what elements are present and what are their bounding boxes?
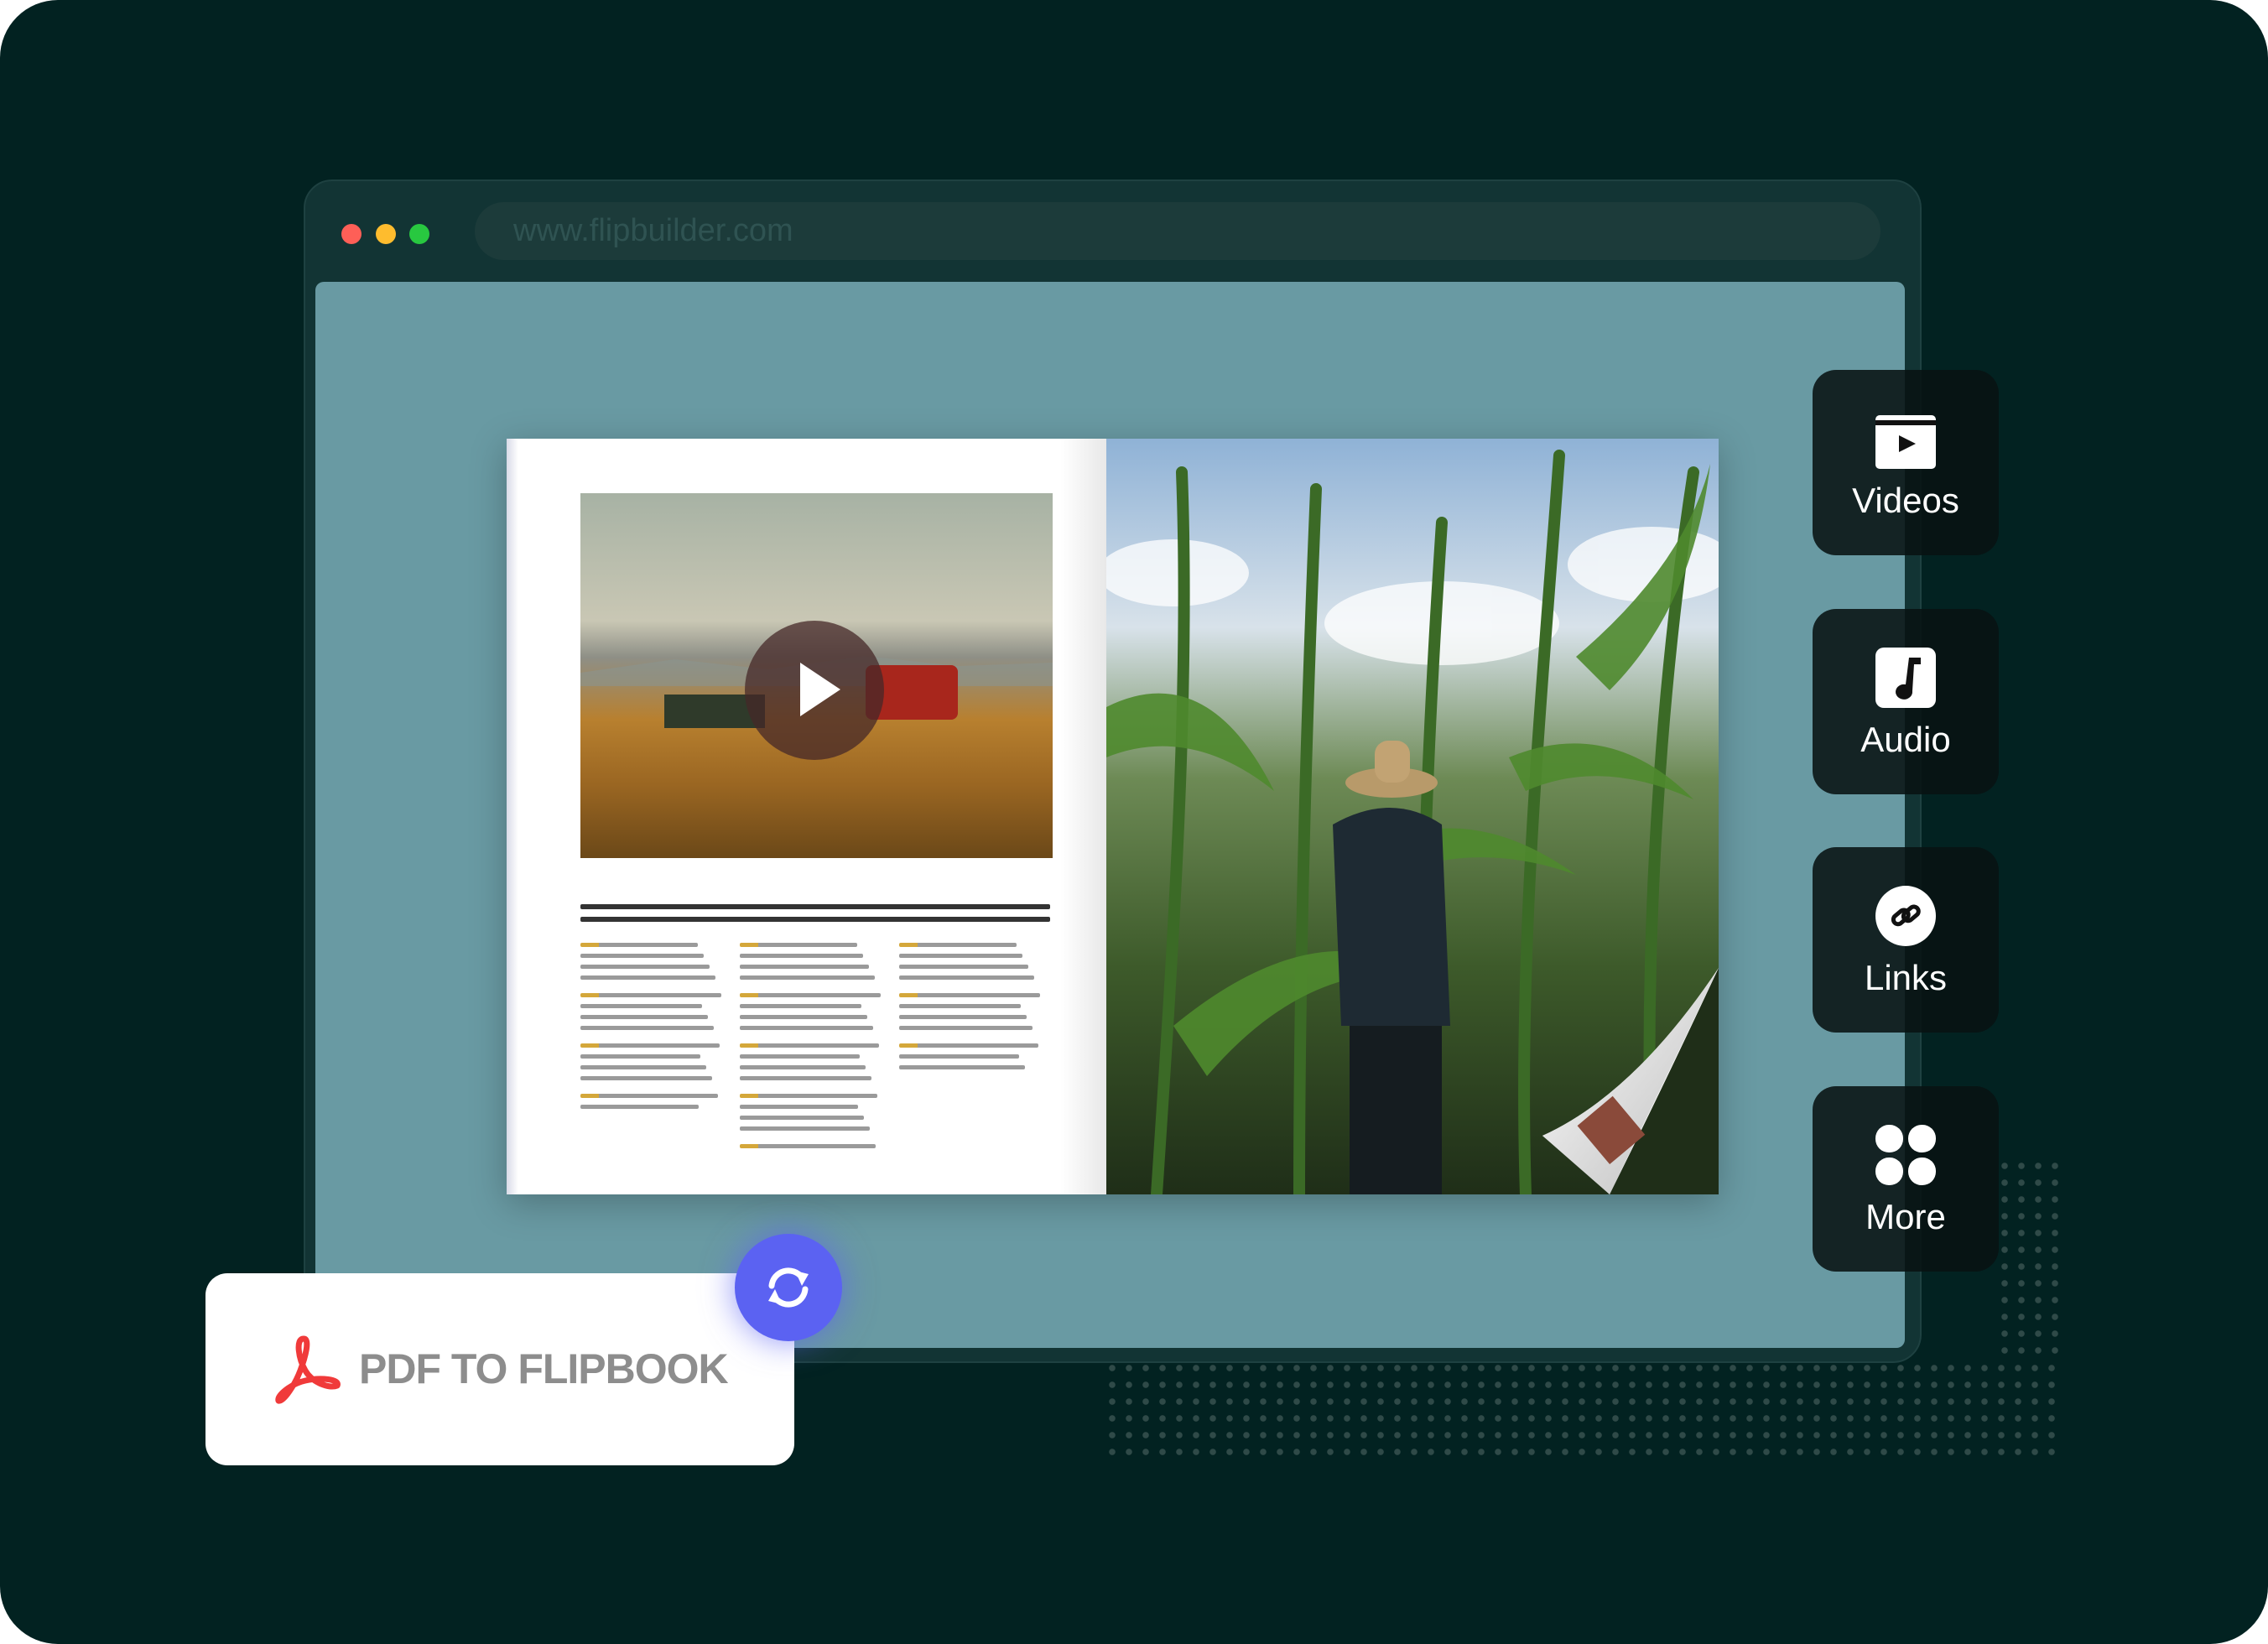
- text-line: [899, 1054, 1019, 1059]
- text-line: [580, 993, 721, 997]
- text-line: [580, 1004, 702, 1008]
- grid-icon: [1875, 1125, 1936, 1185]
- text-line: [899, 1043, 1038, 1048]
- text-line: [740, 1026, 873, 1030]
- text-line: [740, 1065, 866, 1069]
- text-line: [740, 1105, 858, 1109]
- text-line: [580, 965, 710, 969]
- maximize-dot[interactable]: [409, 224, 429, 244]
- pdf-to-flipbook-badge[interactable]: PDF TO FLIPBOOK: [205, 1273, 794, 1465]
- text-line: [740, 1126, 870, 1131]
- text-line: [899, 943, 1017, 947]
- right-page-photo[interactable]: [1106, 439, 1719, 1194]
- close-dot[interactable]: [341, 224, 362, 244]
- text-line: [899, 1004, 1021, 1008]
- text-line: [899, 975, 1034, 980]
- text-line: [899, 993, 1040, 997]
- audio-label: Audio: [1860, 720, 1951, 759]
- swap-arrows-icon: [768, 1267, 809, 1308]
- acrobat-pdf-icon: [275, 1335, 341, 1404]
- text-line: [740, 965, 869, 969]
- text-line: [580, 1054, 700, 1059]
- video-thumbnail[interactable]: [580, 493, 1053, 858]
- text-line: [899, 954, 1022, 958]
- hero-background: www.flipbuilder.com Videos Audio Links M…: [0, 0, 2268, 1644]
- text-line: [899, 1026, 1033, 1030]
- text-line: [899, 1015, 1027, 1019]
- more-label: More: [1865, 1197, 1946, 1236]
- text-line: [740, 1004, 861, 1008]
- text-line: [740, 1054, 860, 1059]
- links-button[interactable]: Links: [1813, 847, 1999, 1033]
- page-curl[interactable]: [1383, 775, 1719, 1194]
- text-line: [740, 1094, 877, 1098]
- text-line: [740, 1015, 867, 1019]
- flipbook[interactable]: [507, 439, 1719, 1194]
- left-page[interactable]: [507, 439, 1106, 1194]
- convert-button[interactable]: [735, 1234, 842, 1341]
- more-button[interactable]: More: [1813, 1086, 1999, 1272]
- music-note-icon: [1875, 648, 1936, 708]
- text-line: [580, 1076, 712, 1080]
- badge-label: PDF TO FLIPBOOK: [359, 1345, 729, 1392]
- text-line: [580, 1094, 718, 1098]
- dot-pattern: [1996, 1158, 2061, 1360]
- minimize-dot[interactable]: [376, 224, 396, 244]
- text-line: [580, 975, 715, 980]
- text-line: [899, 965, 1028, 969]
- text-line: [740, 1144, 876, 1148]
- text-line: [740, 975, 875, 980]
- text-line: [740, 954, 863, 958]
- text-line: [740, 1076, 871, 1080]
- text-line: [740, 993, 881, 997]
- dot-pattern: [1104, 1360, 2061, 1465]
- audio-button[interactable]: Audio: [1813, 609, 1999, 794]
- text-line: [580, 943, 698, 947]
- text-line: [740, 1043, 879, 1048]
- text-line: [580, 1043, 720, 1048]
- text-line: [740, 943, 857, 947]
- text-line: [740, 1116, 864, 1120]
- links-label: Links: [1864, 958, 1948, 997]
- videos-label: Videos: [1852, 481, 1959, 520]
- videos-button[interactable]: Videos: [1813, 370, 1999, 555]
- text-line: [580, 1065, 706, 1069]
- text-line: [899, 1065, 1025, 1069]
- link-icon: [1875, 886, 1936, 946]
- text-line: [580, 954, 704, 958]
- video-clapper-icon: [1875, 415, 1936, 469]
- url-bar[interactable]: www.flipbuilder.com: [475, 202, 1880, 260]
- text-line: [580, 1105, 699, 1109]
- play-icon[interactable]: [745, 621, 884, 760]
- text-line: [580, 1026, 714, 1030]
- text-line: [580, 1015, 708, 1019]
